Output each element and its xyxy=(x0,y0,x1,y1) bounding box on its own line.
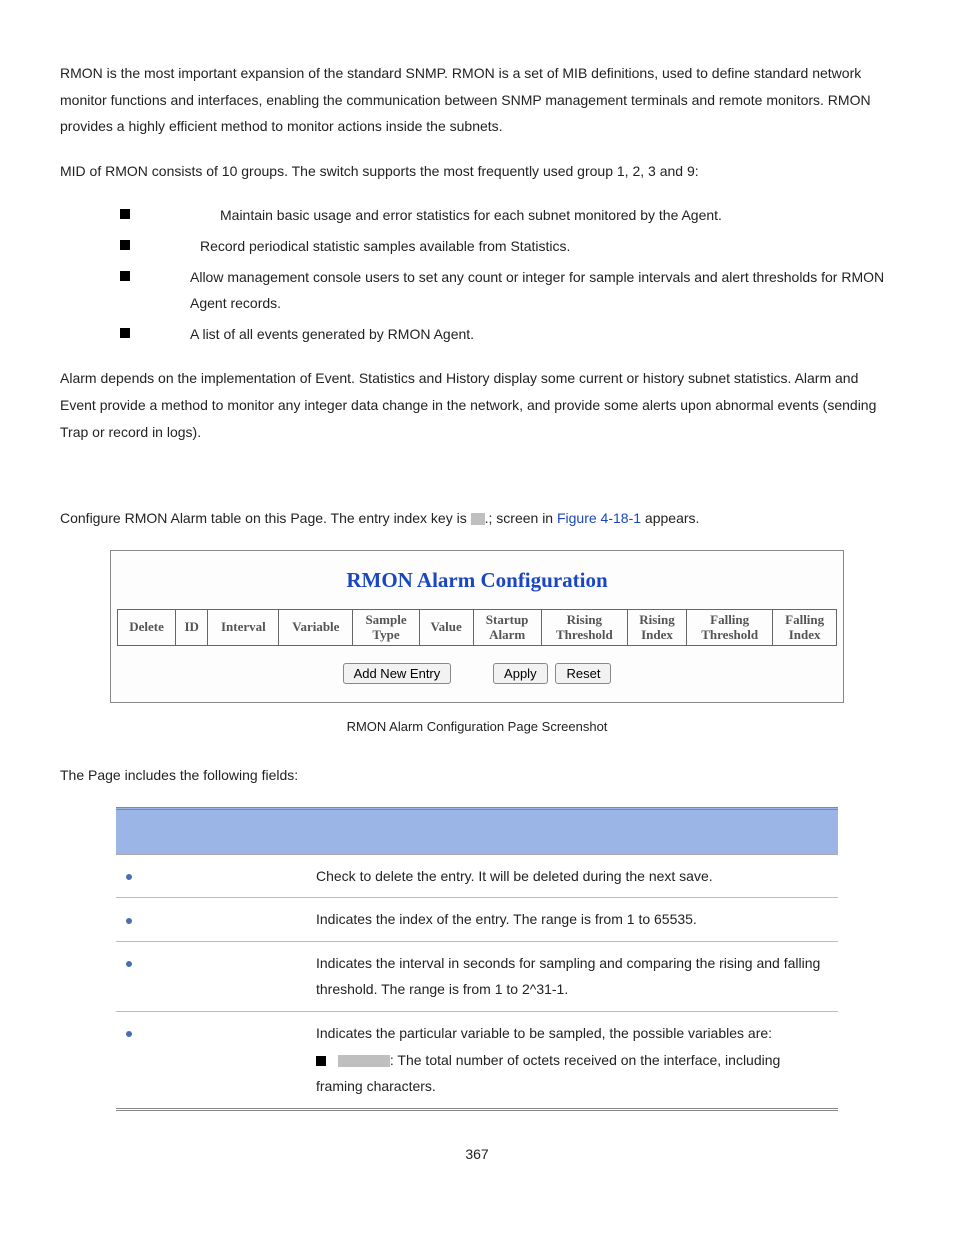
col-sample-type: SampleType xyxy=(353,609,419,645)
col-startup-alarm: StartupAlarm xyxy=(473,609,541,645)
list-item: Allow management console users to set an… xyxy=(120,264,894,317)
fields-intro: The Page includes the following fields: xyxy=(60,762,894,789)
dot-bullet-icon xyxy=(126,961,132,967)
apply-button[interactable]: Apply xyxy=(493,663,548,684)
intro-paragraph-1: RMON is the most important expansion of … xyxy=(60,60,894,140)
field-description: Check to delete the entry. It will be de… xyxy=(306,854,838,898)
redacted-badge xyxy=(471,513,485,525)
figure-link[interactable]: Figure 4-18-1 xyxy=(557,510,641,526)
text-fragment: Indicates the particular variable to be … xyxy=(316,1025,772,1041)
list-item-text: Maintain basic usage and error statistic… xyxy=(220,202,722,229)
reset-button[interactable]: Reset xyxy=(555,663,611,684)
screenshot-caption: RMON Alarm Configuration Page Screenshot xyxy=(60,715,894,740)
col-rising-threshold: RisingThreshold xyxy=(541,609,627,645)
table-row: Indicates the interval in seconds for sa… xyxy=(116,941,838,1011)
field-description: Indicates the interval in seconds for sa… xyxy=(306,941,838,1011)
col-variable: Variable xyxy=(279,609,353,645)
table-header-row xyxy=(116,808,838,854)
text-fragment: appears. xyxy=(641,510,699,526)
dot-bullet-icon xyxy=(126,874,132,880)
list-item-text: Record periodical statistic samples avai… xyxy=(200,233,570,260)
intro-paragraph-3: Alarm depends on the implementation of E… xyxy=(60,365,894,445)
rmon-header-table: Delete ID Interval Variable SampleType V… xyxy=(117,609,837,646)
col-value: Value xyxy=(419,609,473,645)
table-row: Indicates the particular variable to be … xyxy=(116,1012,838,1110)
redacted-badge xyxy=(338,1055,390,1067)
fields-description-table: Check to delete the entry. It will be de… xyxy=(116,807,838,1111)
square-bullet-icon xyxy=(120,328,130,338)
list-item-text: A list of all events generated by RMON A… xyxy=(190,321,474,348)
config-instruction: Configure RMON Alarm table on this Page.… xyxy=(60,505,894,532)
col-falling-threshold: FallingThreshold xyxy=(687,609,773,645)
text-fragment: .; screen in xyxy=(485,510,557,526)
square-bullet-icon xyxy=(120,240,130,250)
col-interval: Interval xyxy=(208,609,279,645)
col-rising-index: RisingIndex xyxy=(628,609,687,645)
add-new-entry-button[interactable]: Add New Entry xyxy=(343,663,452,684)
field-description: Indicates the index of the entry. The ra… xyxy=(306,898,838,942)
square-bullet-icon xyxy=(316,1056,326,1066)
square-bullet-icon xyxy=(120,271,130,281)
rmon-config-screenshot: RMON Alarm Configuration Delete ID Inter… xyxy=(110,550,844,704)
list-item: Maintain basic usage and error statistic… xyxy=(120,202,894,229)
dot-bullet-icon xyxy=(126,1031,132,1037)
text-fragment: Configure RMON Alarm table on this Page.… xyxy=(60,510,471,526)
list-item: A list of all events generated by RMON A… xyxy=(120,321,894,348)
feature-bullet-list: Maintain basic usage and error statistic… xyxy=(60,202,894,347)
page-number: 367 xyxy=(60,1141,894,1168)
square-bullet-icon xyxy=(120,209,130,219)
list-item-text: Allow management console users to set an… xyxy=(190,264,894,317)
table-row: Check to delete the entry. It will be de… xyxy=(116,854,838,898)
screenshot-title: RMON Alarm Configuration xyxy=(117,561,837,601)
col-id: ID xyxy=(176,609,208,645)
dot-bullet-icon xyxy=(126,918,132,924)
intro-paragraph-2: MID of RMON consists of 10 groups. The s… xyxy=(60,158,894,185)
col-falling-index: FallingIndex xyxy=(773,609,837,645)
col-delete: Delete xyxy=(118,609,176,645)
table-row: Indicates the index of the entry. The ra… xyxy=(116,898,838,942)
field-description: Indicates the particular variable to be … xyxy=(306,1012,838,1110)
list-item: Record periodical statistic samples avai… xyxy=(120,233,894,260)
